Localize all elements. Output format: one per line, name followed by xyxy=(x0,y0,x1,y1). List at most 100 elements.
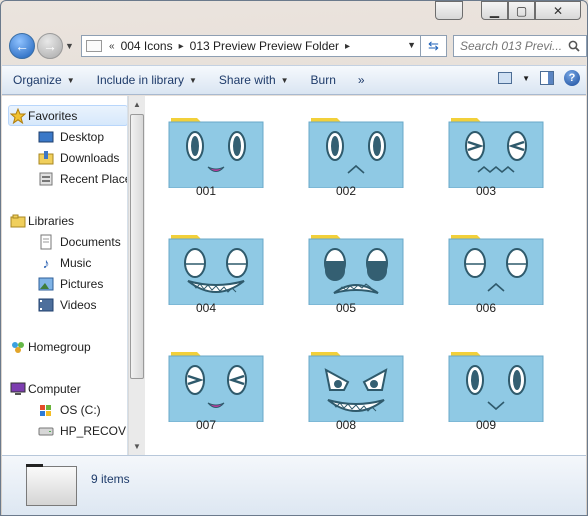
address-bar[interactable]: « 004 Icons ▸ 013 Preview Preview Folder… xyxy=(81,35,421,57)
search-icon xyxy=(568,40,580,52)
nav-os-label: OS (C:) xyxy=(60,403,101,417)
overflow-chevron[interactable]: « xyxy=(106,41,118,52)
item-label: 009 xyxy=(475,418,497,432)
address-dropdown[interactable]: ▼ xyxy=(407,40,416,50)
breadcrumb-013-preview[interactable]: 013 Preview Preview Folder xyxy=(187,39,342,53)
burn-button[interactable]: Burn xyxy=(300,65,347,95)
nav-pictures[interactable]: Pictures xyxy=(38,274,103,294)
scroll-down-icon[interactable]: ▼ xyxy=(129,438,145,455)
close-button[interactable]: ✕ xyxy=(535,1,581,20)
share-label: Share with xyxy=(218,73,276,87)
nav-music-label: Music xyxy=(60,256,92,270)
item-label: 006 xyxy=(475,301,497,315)
nav-favorites-label: Favorites xyxy=(28,109,78,123)
recent-pages-dropdown[interactable]: ▼ xyxy=(65,41,77,51)
videos-icon xyxy=(38,297,54,313)
include-in-library-menu[interactable]: Include in library ▼ xyxy=(86,65,208,95)
folder-icon xyxy=(86,40,102,52)
nav-recovery-drive[interactable]: HP_RECOVER xyxy=(38,421,127,441)
organize-label: Organize xyxy=(13,73,62,87)
list-item[interactable]: 003 xyxy=(426,96,546,206)
folder-face-happy-icon xyxy=(168,118,264,188)
folder-face-sad-icon xyxy=(308,118,404,188)
explorer-window: ▁ ▢ ✕ ← → ▼ « 004 Icons ▸ 013 Preview Pr… xyxy=(0,0,588,516)
nav-libraries[interactable]: Libraries xyxy=(10,211,75,231)
item-label: 001 xyxy=(195,184,217,198)
breadcrumb-004-icons[interactable]: 004 Icons xyxy=(118,39,176,53)
downloads-icon xyxy=(38,150,54,166)
folder-face-grimace-icon xyxy=(308,235,404,305)
list-item[interactable]: 002 xyxy=(286,96,406,206)
nav-desktop[interactable]: Desktop xyxy=(38,127,104,147)
item-label: 002 xyxy=(335,184,357,198)
nav-homegroup[interactable]: Homegroup xyxy=(12,337,91,357)
nav-recover-label: HP_RECOVER xyxy=(60,424,127,438)
list-item[interactable]: 006 xyxy=(426,213,546,323)
scroll-up-icon[interactable]: ▲ xyxy=(129,96,145,113)
drive-icon xyxy=(38,423,54,439)
nav-recent-places[interactable]: Recent Place xyxy=(38,169,127,189)
folder-face-smile-icon xyxy=(448,352,544,422)
nav-videos[interactable]: Videos xyxy=(38,295,96,315)
music-icon: ♪ xyxy=(42,255,50,271)
search-box[interactable] xyxy=(453,35,587,57)
folder-face-squint-icon xyxy=(448,118,544,188)
star-icon xyxy=(10,108,26,124)
nav-pictures-label: Pictures xyxy=(60,277,104,291)
nav-music[interactable]: ♪ Music xyxy=(38,253,92,273)
details-pane: 9 items xyxy=(2,455,586,515)
chevron-down-icon: ▼ xyxy=(66,75,75,85)
nav-libraries-label: Libraries xyxy=(28,214,75,228)
burn-label: Burn xyxy=(310,73,336,87)
nav-scrollbar[interactable]: ▲ ▼ xyxy=(128,96,145,455)
item-label: 007 xyxy=(195,418,217,432)
list-item[interactable]: 004 xyxy=(146,213,266,323)
computer-icon xyxy=(10,381,26,397)
toolbar-right: ▼ ? xyxy=(498,70,580,86)
minimize-button[interactable]: ▁ xyxy=(481,1,508,20)
maximize-icon: ▢ xyxy=(515,3,528,18)
chevron-down-icon: ▼ xyxy=(189,75,197,85)
change-view-icon[interactable] xyxy=(498,72,513,84)
nav-computer[interactable]: Computer xyxy=(10,379,81,399)
snap-button[interactable] xyxy=(435,1,463,20)
breadcrumb-separator[interactable]: ▸ xyxy=(176,41,187,52)
search-input[interactable] xyxy=(460,39,564,53)
list-item[interactable]: 009 xyxy=(426,330,546,440)
folder-face-unimpressed-icon xyxy=(448,235,544,305)
preview-pane-icon[interactable] xyxy=(540,71,554,85)
list-item[interactable]: 001 xyxy=(146,96,266,206)
folder-face-grin-icon xyxy=(168,235,264,305)
nav-favorites[interactable]: Favorites xyxy=(10,106,78,126)
breadcrumb-separator[interactable]: ▸ xyxy=(342,41,353,52)
desktop-icon xyxy=(38,129,54,145)
minimize-icon: ▁ xyxy=(489,3,500,18)
nav-downloads[interactable]: Downloads xyxy=(38,148,119,168)
caption-buttons: ▁ ▢ ✕ xyxy=(481,1,581,20)
nav-os-drive[interactable]: OS (C:) xyxy=(38,400,101,420)
view-dropdown-icon[interactable]: ▼ xyxy=(522,74,530,83)
documents-icon xyxy=(38,234,54,250)
chevron-down-icon: ▼ xyxy=(280,75,289,85)
forward-button[interactable]: → xyxy=(37,33,63,59)
include-label: Include in library xyxy=(96,73,184,87)
list-item[interactable]: 007 xyxy=(146,330,266,440)
pictures-icon xyxy=(38,276,54,292)
list-item[interactable]: 008 xyxy=(286,330,406,440)
maximize-button[interactable]: ▢ xyxy=(508,1,535,20)
close-icon: ✕ xyxy=(552,3,564,18)
nav-documents-label: Documents xyxy=(60,235,121,249)
help-icon[interactable]: ? xyxy=(564,70,580,86)
list-item[interactable]: 005 xyxy=(286,213,406,323)
item-label: 008 xyxy=(335,418,357,432)
share-with-menu[interactable]: Share with ▼ xyxy=(208,65,300,95)
refresh-icon: ⇆ xyxy=(428,38,439,53)
scroll-thumb[interactable] xyxy=(130,114,144,379)
back-button[interactable]: ← xyxy=(9,33,35,59)
nav-downloads-label: Downloads xyxy=(60,151,120,165)
refresh-button[interactable]: ⇆ xyxy=(421,35,447,57)
more-commands-button[interactable]: » xyxy=(347,65,376,95)
organize-menu[interactable]: Organize ▼ xyxy=(2,65,86,95)
folder-face-wink-icon xyxy=(168,352,264,422)
nav-documents[interactable]: Documents xyxy=(38,232,121,252)
